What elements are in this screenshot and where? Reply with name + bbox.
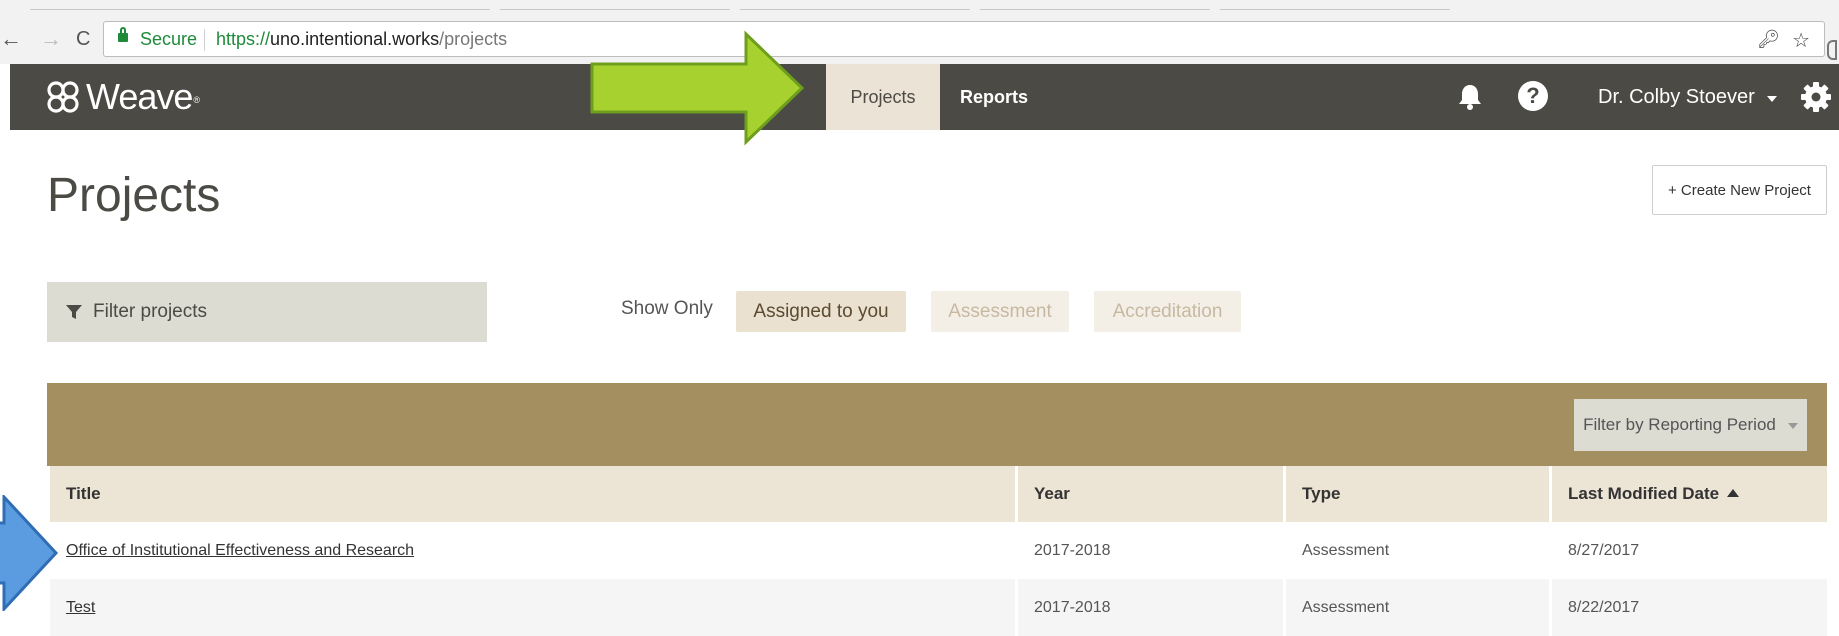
column-header-type-label: Type xyxy=(1302,484,1341,503)
sort-ascending-icon xyxy=(1727,489,1740,497)
filter-chip-assessment[interactable]: Assessment xyxy=(931,291,1069,332)
annotation-arrow-blue xyxy=(0,495,59,611)
browser-tab[interactable] xyxy=(260,0,490,10)
nav-tab-projects-label: Projects xyxy=(850,86,916,107)
url-host: uno.intentional.works xyxy=(270,29,440,49)
bell-icon[interactable] xyxy=(1457,83,1483,111)
reload-icon[interactable]: C xyxy=(76,26,90,52)
secure-label: Secure xyxy=(140,29,198,49)
column-header-type[interactable]: Type xyxy=(1283,466,1552,522)
nav-tab-reports-label: Reports xyxy=(960,86,1029,107)
filter-chip-accreditation[interactable]: Accreditation xyxy=(1094,291,1241,332)
show-only-label: Show Only xyxy=(621,298,713,319)
column-header-modified[interactable]: Last Modified Date xyxy=(1549,466,1830,522)
column-header-year[interactable]: Year xyxy=(1015,466,1286,522)
browser-tab[interactable] xyxy=(30,0,260,10)
reporting-period-filter[interactable]: Filter by Reporting Period xyxy=(1574,399,1807,451)
user-name: Dr. Colby Stoever xyxy=(1598,85,1755,108)
browser-tab[interactable] xyxy=(980,0,1210,10)
project-link[interactable]: Test xyxy=(66,599,95,616)
logo-trademark: ® xyxy=(193,95,201,105)
weave-logo[interactable]: Weave ® xyxy=(46,78,200,116)
chevron-down-icon xyxy=(1787,423,1798,429)
gear-icon[interactable] xyxy=(1800,81,1832,113)
logo-text: Weave xyxy=(86,76,193,117)
cell-title: Office of Institutional Effectiveness an… xyxy=(47,522,1018,579)
browser-tab[interactable] xyxy=(740,0,970,10)
projects-table: Title Year Type Last Modified Date Offic… xyxy=(47,466,1830,636)
cell-modified: 8/27/2017 xyxy=(1549,522,1830,579)
filter-placeholder: Filter projects xyxy=(93,301,208,322)
cell-modified: 8/22/2017 xyxy=(1549,579,1830,636)
cell-type: Assessment xyxy=(1283,579,1552,636)
cell-type: Assessment xyxy=(1283,522,1552,579)
app-header: Weave ® Projects Reports ? Dr. Colby Sto… xyxy=(10,64,1839,130)
address-bar[interactable]: Secure https://uno.intentional.works/pro… xyxy=(103,21,1825,57)
reporting-period-label: Filter by Reporting Period xyxy=(1583,415,1776,434)
column-header-title-label: Title xyxy=(66,484,101,503)
forward-icon[interactable]: → xyxy=(40,26,62,52)
table-row: Office of Institutional Effectiveness an… xyxy=(47,522,1830,579)
column-header-title[interactable]: Title xyxy=(47,466,1018,522)
weave-logo-icon xyxy=(47,81,79,113)
browser-toolbar: ← → C Secure https://uno.intentional.wor… xyxy=(0,14,1839,64)
chevron-down-icon xyxy=(1766,96,1777,102)
funnel-icon xyxy=(66,305,82,319)
extension-icon[interactable] xyxy=(1827,40,1837,60)
back-icon[interactable]: ← xyxy=(0,26,22,52)
star-icon[interactable]: ☆ xyxy=(1792,28,1810,53)
browser-tab[interactable] xyxy=(500,0,730,10)
create-new-project-button[interactable]: + Create New Project xyxy=(1652,165,1827,215)
url-scheme: https:// xyxy=(216,29,271,49)
user-menu[interactable]: Dr. Colby Stoever xyxy=(1598,64,1777,130)
cell-year: 2017-2018 xyxy=(1015,579,1286,636)
cell-title: Test xyxy=(47,579,1018,636)
project-link[interactable]: Office of Institutional Effectiveness an… xyxy=(66,542,414,559)
nav-tab-projects[interactable]: Projects xyxy=(826,64,940,130)
column-header-modified-label: Last Modified Date xyxy=(1568,484,1720,503)
page-title: Projects xyxy=(47,169,221,222)
address-separator xyxy=(204,29,205,51)
table-row: Test 2017-2018 Assessment 8/22/2017 xyxy=(47,579,1830,636)
nav-tab-reports[interactable]: Reports xyxy=(960,64,1028,130)
filter-chip-assigned[interactable]: Assigned to you xyxy=(736,291,906,332)
key-icon[interactable]: 🔑︎ xyxy=(1757,29,1780,50)
column-header-year-label: Year xyxy=(1034,484,1070,503)
table-header-row: Title Year Type Last Modified Date xyxy=(47,466,1830,522)
table-toolbar: Filter by Reporting Period xyxy=(47,383,1827,466)
lock-icon xyxy=(118,27,128,42)
url-path: /projects xyxy=(439,29,508,49)
filter-projects-input[interactable]: Filter projects xyxy=(47,282,487,342)
cell-year: 2017-2018 xyxy=(1015,522,1286,579)
annotation-arrow-green xyxy=(590,30,805,146)
browser-tab-strip xyxy=(0,0,1839,14)
browser-tab[interactable] xyxy=(1220,0,1450,10)
url-text[interactable]: https://uno.intentional.works/projects xyxy=(216,29,507,50)
help-icon[interactable]: ? xyxy=(1518,81,1548,111)
